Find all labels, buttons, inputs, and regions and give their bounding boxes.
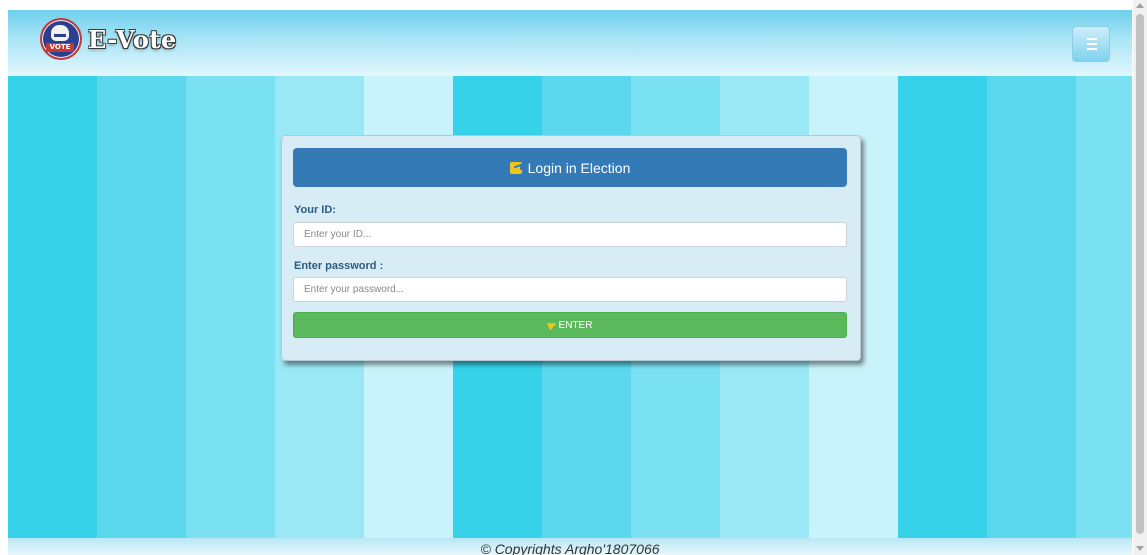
- login-title: Login in Election: [527, 159, 631, 176]
- vote-logo-icon: VOTE: [40, 18, 82, 60]
- menu-toggle-button[interactable]: [1072, 26, 1110, 62]
- page: VOTE E-Vote Login in Election Your ID: E…: [0, 0, 1147, 555]
- scroll-down-arrow-icon[interactable]: [1136, 546, 1144, 551]
- brand[interactable]: VOTE E-Vote: [40, 18, 177, 60]
- login-card-header: Login in Election: [293, 148, 847, 187]
- password-input[interactable]: [293, 277, 847, 302]
- id-input[interactable]: [293, 222, 847, 247]
- background-stripe: [1076, 76, 1132, 538]
- footer: © Copyrights Argho'1807066: [8, 538, 1132, 555]
- password-label: Enter password :: [294, 260, 384, 272]
- login-icon: [509, 161, 522, 174]
- login-card: Login in Election Your ID: Enter passwor…: [281, 135, 861, 361]
- navbar: VOTE E-Vote: [8, 10, 1132, 76]
- scrollbar-thumb[interactable]: [1136, 14, 1144, 534]
- brand-title: E-Vote: [88, 24, 177, 54]
- vertical-scrollbar[interactable]: [1133, 0, 1147, 555]
- background-stripe: [987, 76, 1076, 538]
- enter-button[interactable]: ENTER: [293, 312, 847, 338]
- scroll-up-arrow-icon[interactable]: [1136, 3, 1144, 8]
- send-icon: [546, 319, 558, 331]
- logo-badge: VOTE: [46, 43, 74, 52]
- id-label: Your ID:: [294, 204, 336, 216]
- background-stripe: [186, 76, 275, 538]
- copyright-text: © Copyrights Argho'1807066: [480, 541, 660, 555]
- background-stripe: [8, 76, 97, 538]
- hamburger-icon: [1087, 38, 1097, 40]
- background-stripe: [898, 76, 987, 538]
- background-stripe: [97, 76, 186, 538]
- enter-button-label: ENTER: [558, 319, 593, 331]
